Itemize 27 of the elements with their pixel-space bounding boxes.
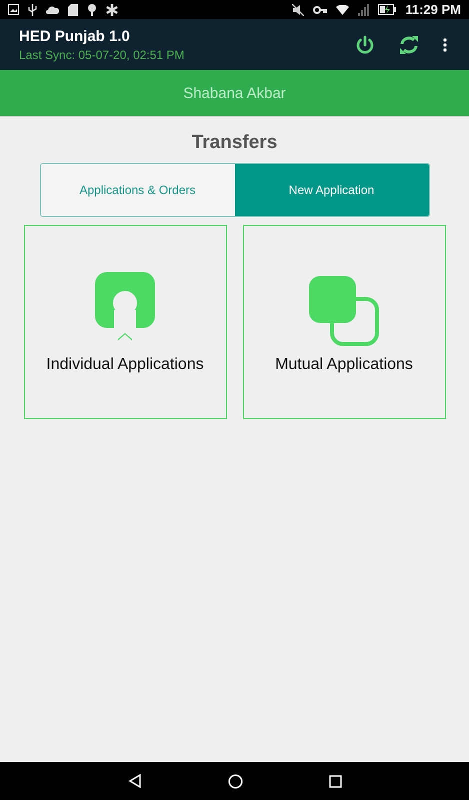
app-title: HED Punjab 1.0 <box>19 28 131 44</box>
card-label: Individual Applications <box>46 356 204 374</box>
wifi-icon <box>336 4 350 14</box>
last-sync-text: Last Sync: 05-07-20, 02:51 PM <box>19 48 184 62</box>
overlapping-squares-icon <box>309 276 379 346</box>
tab[interactable]: New Application <box>234 164 428 216</box>
battery-icon <box>378 4 396 15</box>
more-icon[interactable] <box>443 38 447 52</box>
refresh-icon[interactable] <box>399 36 419 54</box>
option-card[interactable]: Individual Applications <box>24 225 226 419</box>
usb-icon <box>28 4 37 16</box>
user-name: Shabana Akbar <box>183 84 286 102</box>
section-title: Transfers <box>192 132 278 154</box>
card-label: Mutual Applications <box>275 356 413 374</box>
cloud-icon <box>46 5 59 14</box>
recents-icon[interactable] <box>328 774 342 788</box>
signal-icon <box>358 4 370 16</box>
asterisk-icon <box>106 4 118 16</box>
back-icon[interactable] <box>128 774 142 788</box>
sd-card-icon <box>68 4 78 16</box>
image-icon <box>8 4 19 15</box>
mute-icon <box>292 4 304 16</box>
status-time: 11:29 PM <box>405 2 461 17</box>
power-icon[interactable] <box>355 34 375 54</box>
option-card[interactable]: Mutual Applications <box>242 225 446 419</box>
key-icon <box>313 6 328 14</box>
home-icon[interactable] <box>228 774 242 788</box>
